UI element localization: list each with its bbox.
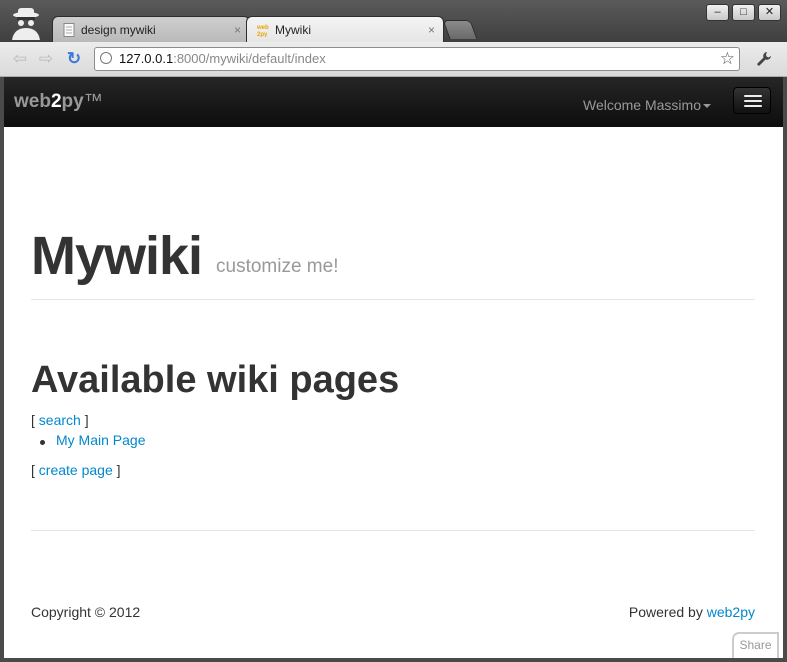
bookmark-star-icon[interactable]: ☆	[720, 48, 735, 70]
wrench-menu-icon[interactable]	[753, 48, 775, 70]
list-item: My Main Page	[56, 432, 145, 448]
tab-close-icon[interactable]: ×	[428, 17, 435, 43]
powered-by: Powered by web2py	[629, 604, 755, 620]
site-navbar: web2py™ Welcome Massimo	[4, 77, 783, 127]
tab-title: Mywiki	[275, 23, 311, 37]
incognito-icon	[12, 8, 40, 40]
section-heading: Available wiki pages	[31, 359, 400, 401]
list-bullet	[40, 440, 45, 445]
svg-text:2py: 2py	[257, 32, 268, 37]
divider	[31, 299, 755, 300]
page-title: Mywiki	[31, 226, 203, 286]
window-frame	[783, 77, 787, 662]
page-viewport: web2py™ Welcome Massimo Mywiki customize…	[4, 77, 783, 658]
close-window-button[interactable]: ✕	[758, 4, 781, 21]
search-link[interactable]: search	[39, 412, 81, 428]
window-controls: – □ ✕	[706, 4, 781, 21]
window-frame	[0, 658, 787, 662]
brand-part: ™	[83, 91, 103, 112]
brand-part: py	[61, 91, 84, 112]
user-dropdown[interactable]: Welcome Massimo	[583, 97, 711, 113]
hamburger-bar	[744, 95, 762, 97]
caret-down-icon	[703, 104, 711, 109]
tab-title: design mywiki	[81, 23, 156, 37]
bracket: [	[31, 412, 39, 428]
browser-window: design mywiki × web 2py Mywiki × – □ ✕ ⇦…	[0, 0, 787, 662]
search-line: [ search ]	[31, 412, 89, 428]
copyright-text: Copyright © 2012	[31, 604, 141, 620]
share-button[interactable]: Share	[732, 632, 779, 658]
brand-logo[interactable]: web2py™	[14, 91, 103, 113]
bracket: ]	[112, 462, 121, 478]
forward-button[interactable]: ⇨	[35, 48, 57, 70]
page-subtitle: customize me!	[216, 256, 339, 277]
minimize-button[interactable]: –	[706, 4, 729, 21]
browser-toolbar: ⇦ ⇨ ↻ 127.0.0.1:8000/mywiki/default/inde…	[0, 42, 787, 77]
powered-prefix: Powered by	[628, 604, 707, 620]
globe-icon	[100, 52, 112, 64]
create-line: [ create page ]	[31, 462, 121, 478]
wiki-page-link[interactable]: My Main Page	[56, 432, 145, 448]
maximize-button[interactable]: □	[732, 4, 755, 21]
divider	[31, 530, 755, 531]
tab-strip: design mywiki × web 2py Mywiki × – □ ✕	[0, 0, 787, 42]
page-icon	[63, 23, 75, 37]
hamburger-bar	[744, 100, 762, 102]
tab-close-icon[interactable]: ×	[234, 17, 241, 43]
bracket: [	[31, 462, 39, 478]
wrench-icon	[757, 52, 771, 66]
svg-text:web: web	[257, 25, 269, 31]
web2py-favicon-icon: web 2py	[257, 25, 269, 37]
hamburger-bar	[744, 105, 762, 107]
welcome-text: Welcome Massimo	[583, 97, 701, 113]
back-button[interactable]: ⇦	[9, 48, 31, 70]
new-tab-button[interactable]	[442, 20, 478, 39]
web2py-link[interactable]: web2py	[707, 604, 755, 620]
bracket: ]	[80, 412, 89, 428]
tab-design-mywiki[interactable]: design mywiki ×	[52, 16, 250, 42]
address-bar[interactable]: 127.0.0.1:8000/mywiki/default/index ☆	[94, 47, 740, 71]
brand-part: web	[14, 91, 51, 112]
create-page-link[interactable]: create page	[39, 462, 113, 478]
tab-mywiki[interactable]: web 2py Mywiki ×	[246, 16, 444, 42]
brand-part: 2	[50, 91, 62, 112]
menu-toggle-button[interactable]	[733, 87, 771, 114]
url-host: 127.0.0.1	[119, 51, 174, 66]
url-path: :8000/mywiki/default/index	[173, 51, 326, 66]
reload-button[interactable]: ↻	[63, 48, 85, 70]
